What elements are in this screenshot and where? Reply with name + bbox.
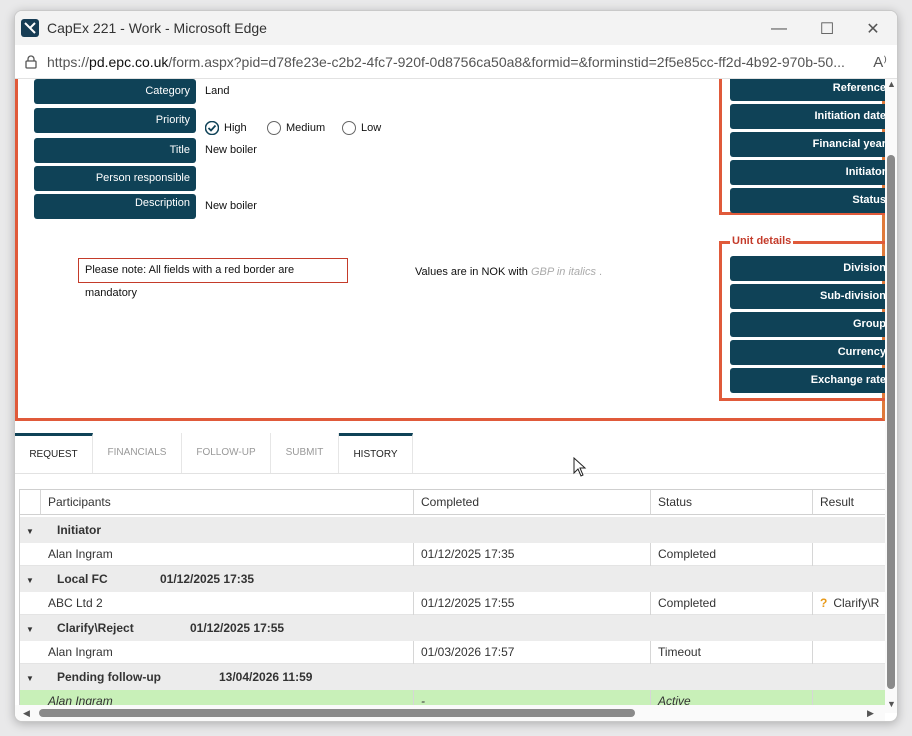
- person-responsible-label: Person responsible: [34, 166, 196, 191]
- browser-window: CapEx 221 - Work - Microsoft Edge — ☐ ✕ …: [14, 10, 898, 722]
- page-content: Category Land Priority High Medium Low T…: [15, 79, 885, 709]
- group-row[interactable]: ▼ Initiator: [20, 517, 885, 543]
- mouse-cursor-icon: [573, 457, 587, 477]
- collapse-caret-icon[interactable]: ▼: [26, 576, 34, 585]
- lock-icon[interactable]: [25, 55, 37, 74]
- collapse-caret-icon[interactable]: ▼: [26, 527, 34, 536]
- url-text[interactable]: https://pd.epc.co.uk/form.aspx?pid=d78fe…: [47, 54, 859, 70]
- tab-follow-up[interactable]: FOLLOW-UP: [182, 433, 271, 473]
- scroll-down-icon[interactable]: ▼: [887, 699, 896, 709]
- group-row[interactable]: ▼ Local FC 01/12/2025 17:35: [20, 566, 885, 592]
- read-aloud-icon[interactable]: A⁾: [873, 53, 887, 71]
- table-row[interactable]: Alan Ingram 01/03/2026 17:57 Timeout: [20, 641, 885, 664]
- priority-high-radio[interactable]: High: [205, 121, 247, 135]
- priority-high-label: High: [224, 122, 247, 134]
- checkmark-icon: [205, 121, 219, 135]
- window-title: CapEx 221 - Work - Microsoft Edge: [47, 20, 267, 36]
- grid-expand-header: [20, 490, 41, 515]
- horizontal-scrollbar[interactable]: ◀ ▶: [15, 705, 885, 721]
- completed-cell: 01/03/2026 17:57: [414, 641, 651, 664]
- history-grid: Participants Completed Status Result ▼ I…: [19, 489, 885, 709]
- collapse-caret-icon[interactable]: ▼: [26, 625, 34, 634]
- minimize-button[interactable]: —: [759, 17, 799, 41]
- priority-medium-radio[interactable]: Medium: [267, 121, 325, 135]
- vertical-scroll-thumb[interactable]: [887, 155, 895, 689]
- group-date: 13/04/2026 11:59: [219, 670, 313, 684]
- title-label: Title: [34, 138, 196, 163]
- tab-history[interactable]: HISTORY: [339, 433, 413, 473]
- participants-header[interactable]: Participants: [41, 490, 414, 515]
- result-header[interactable]: Result: [813, 490, 885, 515]
- priority-medium-label: Medium: [286, 122, 326, 134]
- financial-year-label: Financial year: [730, 132, 885, 157]
- horizontal-scroll-thumb[interactable]: [39, 709, 635, 717]
- group-date: 01/12/2025 17:55: [190, 621, 285, 635]
- reference-label: Reference: [730, 79, 885, 101]
- group-label: Group: [730, 312, 885, 337]
- title-bar: CapEx 221 - Work - Microsoft Edge — ☐ ✕: [15, 11, 897, 45]
- group-row[interactable]: ▼ Pending follow-up 13/04/2026 11:59: [20, 664, 885, 690]
- initiation-date-label: Initiation date: [730, 104, 885, 129]
- group-row[interactable]: ▼ Clarify\Reject 01/12/2025 17:55: [20, 615, 885, 641]
- scroll-left-icon[interactable]: ◀: [23, 708, 30, 719]
- category-label: Category: [34, 79, 196, 104]
- group-name: Clarify\Reject: [57, 621, 134, 635]
- priority-low-radio[interactable]: Low: [342, 121, 381, 135]
- status-cell: Completed: [651, 592, 813, 615]
- completed-header[interactable]: Completed: [414, 490, 651, 515]
- title-value[interactable]: New boiler: [205, 144, 257, 156]
- status-cell: Timeout: [651, 641, 813, 664]
- radio-circle-icon: [342, 121, 356, 135]
- participant-cell: ABC Ltd 2: [41, 592, 414, 615]
- maximize-button[interactable]: ☐: [807, 17, 847, 41]
- exchange-rate-label: Exchange rate: [730, 368, 885, 393]
- initiator-label: Initiator: [730, 160, 885, 185]
- group-name: Local FC: [57, 572, 108, 586]
- scroll-up-icon[interactable]: ▲: [887, 79, 896, 89]
- status-label: Status: [730, 188, 885, 213]
- completed-cell: 01/12/2025 17:55: [414, 592, 651, 615]
- priority-label: Priority: [34, 108, 196, 133]
- status-cell: Completed: [651, 543, 813, 566]
- vertical-scrollbar[interactable]: ▲ ▼: [885, 79, 897, 713]
- participant-cell: Alan Ingram: [41, 641, 414, 664]
- question-icon: ?: [820, 596, 828, 610]
- tab-request[interactable]: REQUEST: [15, 433, 93, 473]
- app-icon: [21, 19, 39, 37]
- sub-division-label: Sub-division: [730, 284, 885, 309]
- scroll-right-icon[interactable]: ▶: [867, 708, 874, 719]
- table-row[interactable]: Alan Ingram 01/12/2025 17:35 Completed: [20, 543, 885, 566]
- tab-submit[interactable]: SUBMIT: [271, 433, 339, 473]
- mandatory-note: Please note: All fields with a red borde…: [78, 258, 348, 299]
- group-date: 01/12/2025 17:35: [160, 572, 255, 586]
- completed-cell: 01/12/2025 17:35: [414, 543, 651, 566]
- collapse-caret-icon[interactable]: ▼: [26, 674, 34, 683]
- division-label: Division: [730, 256, 885, 281]
- status-header[interactable]: Status: [651, 490, 813, 515]
- priority-low-label: Low: [361, 122, 382, 134]
- address-bar[interactable]: https://pd.epc.co.uk/form.aspx?pid=d78fe…: [15, 45, 897, 79]
- result-cell: [813, 543, 885, 566]
- description-value[interactable]: New boiler: [205, 200, 257, 212]
- radio-circle-icon: [267, 121, 281, 135]
- request-form-panel: Category Land Priority High Medium Low T…: [15, 79, 885, 421]
- description-label: Description: [34, 194, 196, 219]
- currency-label: Currency: [730, 340, 885, 365]
- result-cell: ? Clarify\R: [820, 596, 880, 610]
- form-tabs: REQUEST FINANCIALS FOLLOW-UP SUBMIT HIST…: [15, 433, 885, 474]
- currency-note: Values are in NOK with GBP in italics .: [415, 266, 603, 278]
- tab-financials[interactable]: FINANCIALS: [93, 433, 182, 473]
- table-row[interactable]: ABC Ltd 2 01/12/2025 17:55 Completed ? Cl…: [20, 592, 885, 615]
- unit-details-legend: Unit details: [730, 235, 794, 247]
- category-value[interactable]: Land: [205, 85, 229, 97]
- group-name: Initiator: [57, 523, 101, 537]
- close-button[interactable]: ✕: [853, 17, 893, 41]
- participant-cell: Alan Ingram: [41, 543, 414, 566]
- result-cell: [813, 641, 885, 664]
- group-name: Pending follow-up: [57, 670, 161, 684]
